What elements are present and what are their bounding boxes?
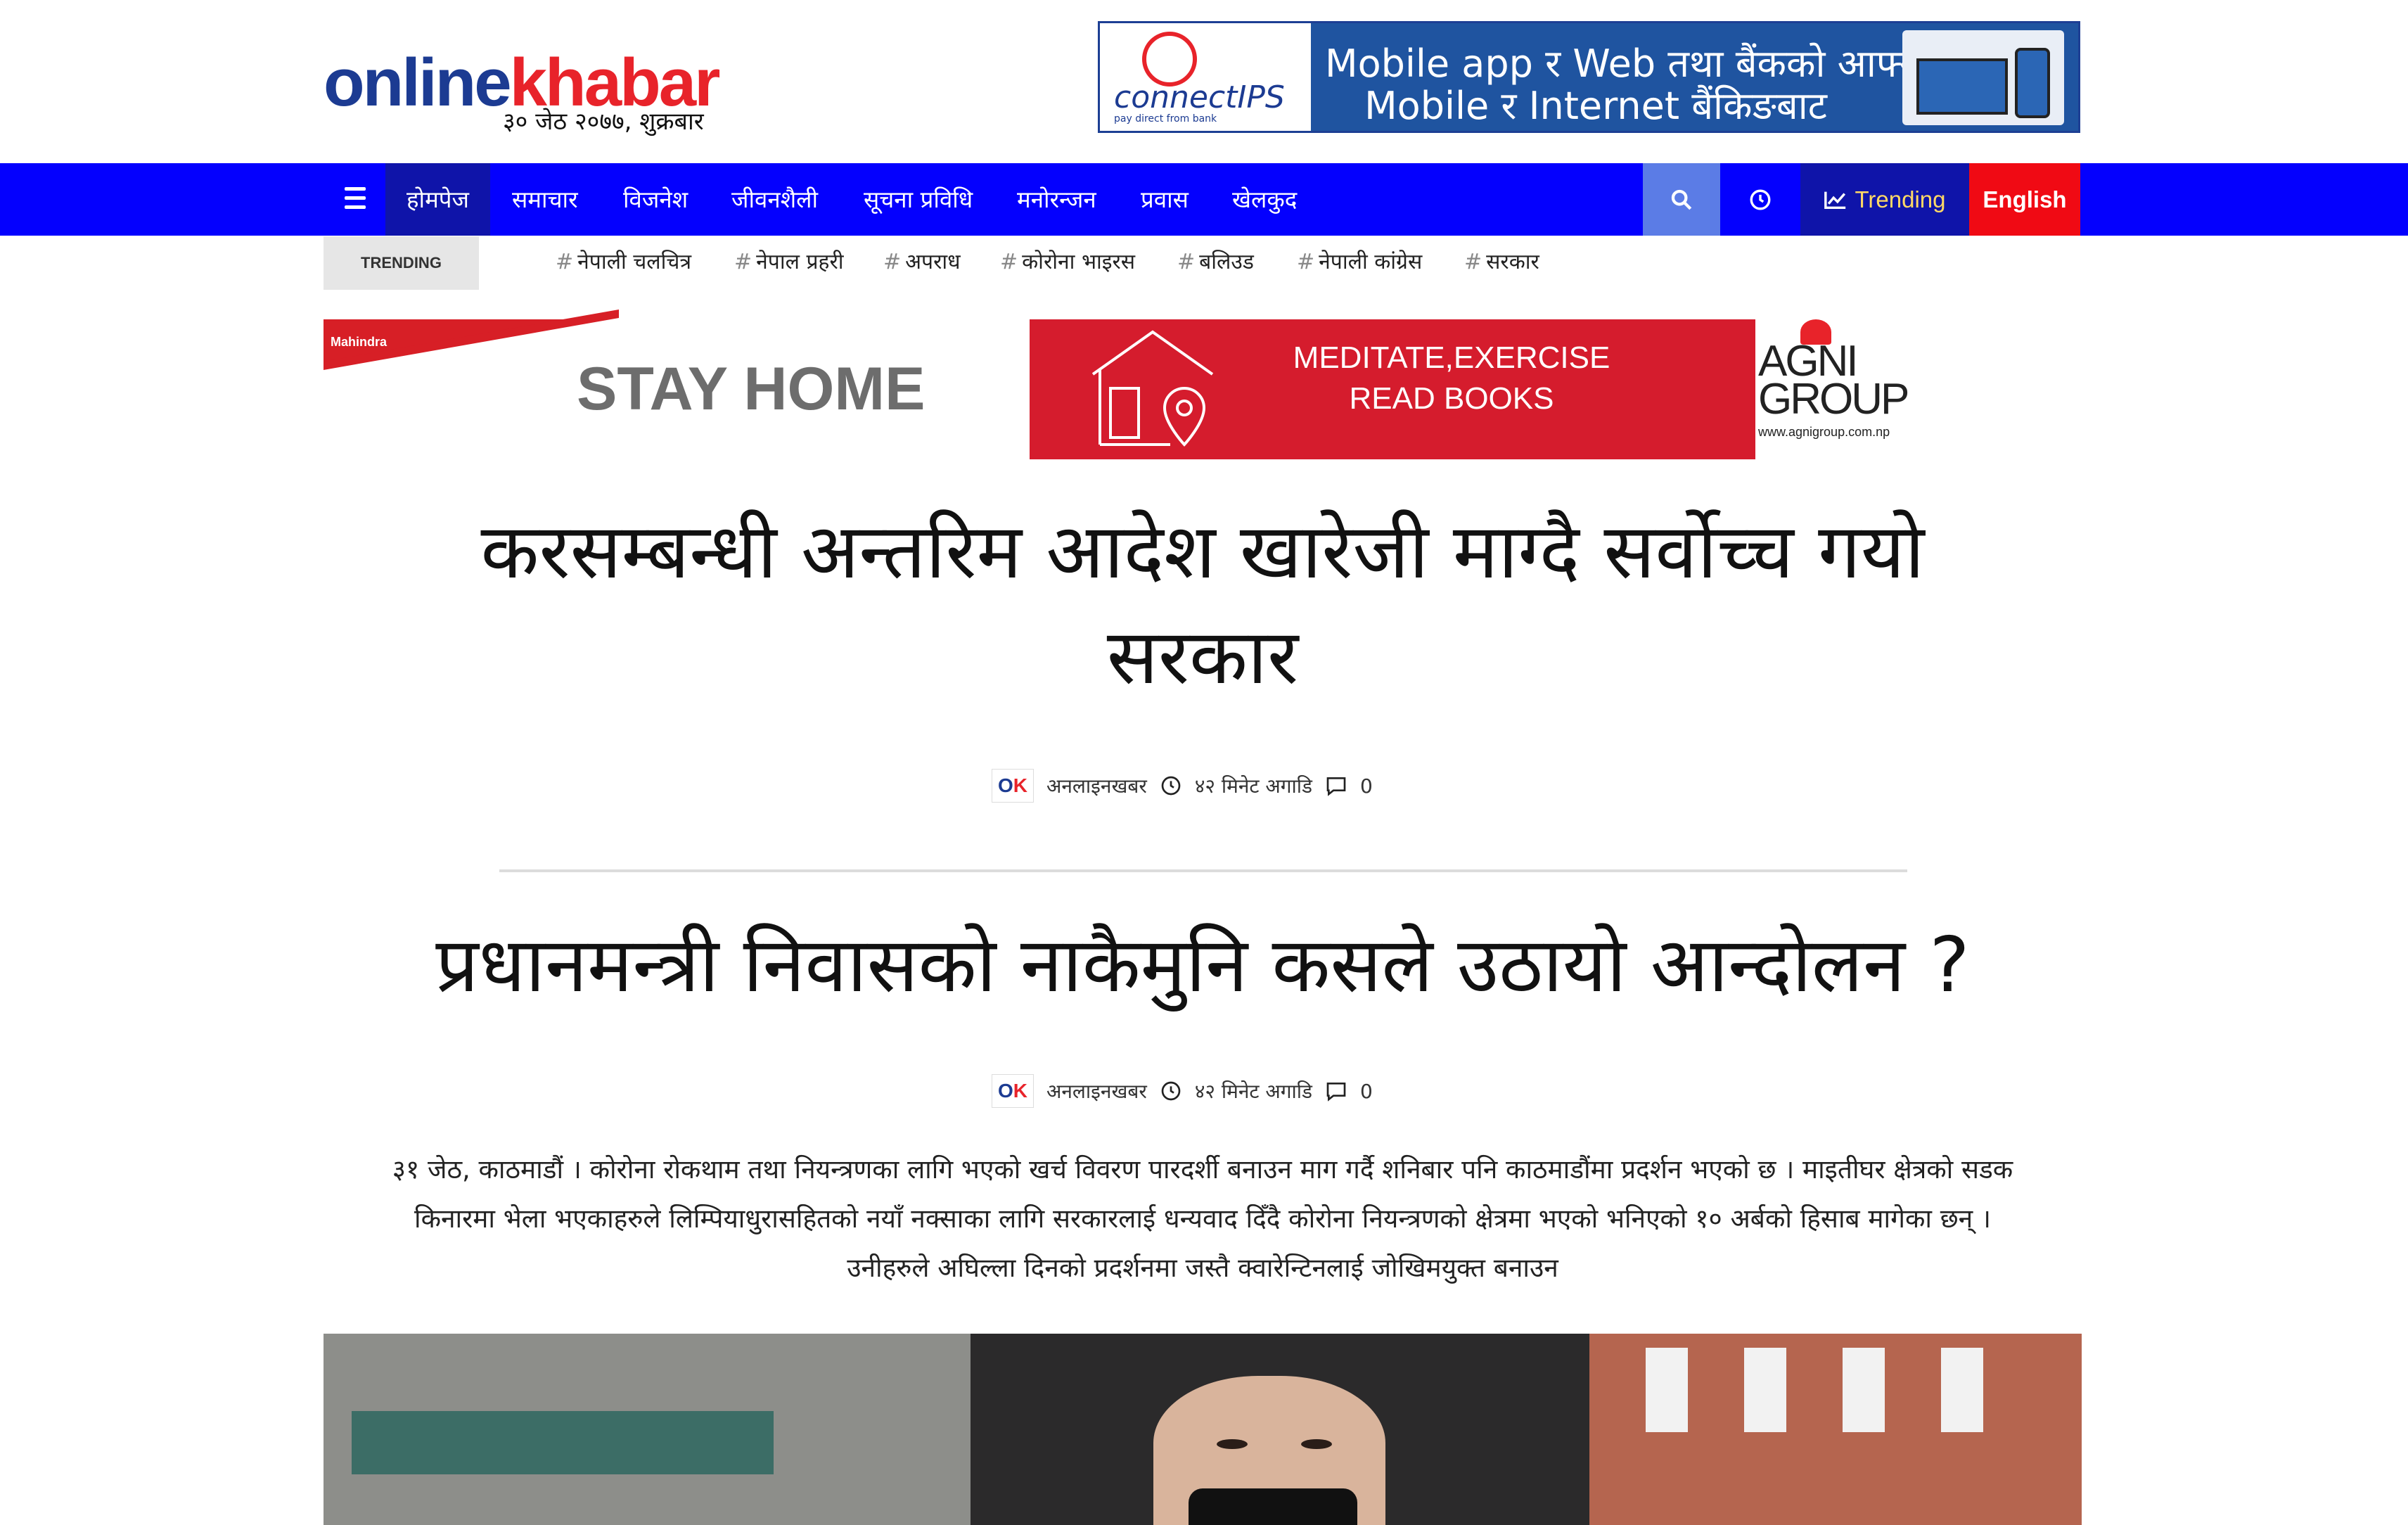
connectips-brand: connectIPS bbox=[1114, 79, 1285, 115]
devices-illustration bbox=[1902, 30, 2064, 125]
clock-icon bbox=[1161, 1081, 1181, 1101]
trending-tag[interactable]: # सरकार bbox=[1464, 246, 1539, 275]
author-avatar: OK bbox=[992, 1074, 1034, 1108]
english-edition-button[interactable]: English bbox=[1969, 163, 2080, 236]
publish-time: ४२ मिनेट अगाडि bbox=[1194, 1080, 1313, 1103]
meditate-line1: MEDITATE,EXERCISE bbox=[1293, 340, 1610, 375]
summary-line1: ३१ जेठ, काठमाडौं । कोरोना रोकथाम तथा निय… bbox=[392, 1154, 2013, 1185]
top-advertisement[interactable]: connectIPS pay direct from bank Mobile a… bbox=[1098, 21, 2080, 133]
search-icon bbox=[1671, 189, 1692, 210]
nav-item-news[interactable]: समाचार bbox=[512, 163, 578, 236]
article-meta: OK अनलाइनखबर ४२ मिनेट अगाडि 0 bbox=[992, 768, 1373, 803]
trending-tag[interactable]: # नेपाली चलचित्र bbox=[556, 246, 691, 275]
article-headline[interactable]: करसम्बन्धी अन्तरिम आदेश खारेजी माग्दै सर… bbox=[324, 499, 2082, 710]
connectips-tagline: pay direct from bank bbox=[1114, 113, 1217, 125]
trending-tag-label: बलिउड bbox=[1199, 250, 1254, 274]
article-meta: OK अनलाइनखबर ४२ मिनेट अगाडि 0 bbox=[992, 1073, 1373, 1109]
banner-advertisement[interactable]: Mahindra STAY HOME MEDITATE,EXERCISE REA… bbox=[324, 309, 1913, 460]
trending-tag[interactable]: # अपराध bbox=[883, 246, 961, 275]
laptop-icon bbox=[1916, 58, 2008, 115]
trending-chart-icon bbox=[1824, 191, 1846, 209]
article-divider bbox=[499, 869, 1907, 872]
trending-tag-label: नेपाली चलचित्र bbox=[577, 250, 692, 274]
hamburger-menu-icon[interactable] bbox=[345, 187, 366, 211]
summary-line3: उनीहरुले अघिल्ला दिनको प्रदर्शनमा जस्तै … bbox=[847, 1253, 1558, 1283]
photo-window bbox=[1843, 1348, 1885, 1432]
nav-item-sports[interactable]: खेलकुद bbox=[1232, 163, 1297, 236]
meditate-line2: READ BOOKS bbox=[1349, 381, 1554, 416]
photo-window bbox=[1744, 1348, 1786, 1432]
headline-line1: करसम्बन्धी अन्तरिम आदेश खारेजी माग्दै सर… bbox=[480, 508, 1925, 596]
trending-tag-label: अपराध bbox=[905, 250, 961, 274]
main-navigation: होमपेज समाचार विजनेश जीवनशैली सूचना प्रव… bbox=[0, 163, 2408, 236]
agni-logo-bottom: GROUP bbox=[1758, 375, 1909, 423]
connectips-logo-box: connectIPS pay direct from bank bbox=[1100, 23, 1311, 131]
comment-count[interactable]: 0 bbox=[1360, 774, 1373, 798]
nav-item-business[interactable]: विजनेश bbox=[623, 163, 688, 236]
article-headline[interactable]: प्रधानमन्त्री निवासको नाकैमुनि कसले उठाय… bbox=[324, 913, 2082, 1019]
summary-line2: किनारमा भेला भएकाहरुले लिम्पियाधुरासहितक… bbox=[414, 1204, 1991, 1234]
top-ad-line2: Mobile र Internet बैंकिङबाट bbox=[1364, 84, 1827, 128]
headline-line1: प्रधानमन्त्री निवासको नाकैमुनि कसले उठाय… bbox=[435, 921, 1970, 1009]
author-name[interactable]: अनलाइनखबर bbox=[1046, 1078, 1147, 1104]
connectips-icon bbox=[1142, 32, 1197, 87]
photo-eye bbox=[1217, 1439, 1248, 1449]
trending-tag[interactable]: # नेपाली कांग्रेस bbox=[1297, 246, 1422, 275]
author-name[interactable]: अनलाइनखबर bbox=[1046, 772, 1147, 799]
trending-tag-label: कोरोना भाइरस bbox=[1022, 250, 1136, 274]
search-button[interactable] bbox=[1643, 163, 1720, 236]
logo-online: online bbox=[324, 45, 512, 120]
photo-window bbox=[1646, 1348, 1688, 1432]
trending-button[interactable]: Trending bbox=[1800, 163, 1969, 236]
trending-tag-label: नेपाली कांग्रेस bbox=[1319, 250, 1423, 274]
trending-tag[interactable]: # बलिउड bbox=[1177, 246, 1254, 275]
mahindra-logo: Mahindra bbox=[331, 335, 388, 349]
publish-time: ४२ मिनेट अगाडि bbox=[1194, 774, 1313, 798]
meditate-panel: MEDITATE,EXERCISE READ BOOKS bbox=[1030, 319, 1755, 459]
author-avatar: OK bbox=[992, 769, 1034, 803]
comment-icon[interactable] bbox=[1325, 1080, 1347, 1102]
nav-item-lifestyle[interactable]: जीवनशैली bbox=[731, 163, 818, 236]
photo-green-tarp bbox=[352, 1411, 774, 1474]
headline-line2: सरकार bbox=[1106, 613, 1299, 701]
trending-label: Trending bbox=[1855, 186, 1946, 212]
trending-bar-label: TRENDING bbox=[324, 236, 479, 290]
agni-url: www.agnigroup.com.np bbox=[1758, 425, 1890, 439]
trending-tag[interactable]: # कोरोना भाइरस bbox=[1000, 246, 1135, 275]
stay-home-text: STAY HOME bbox=[577, 355, 926, 423]
comment-icon[interactable] bbox=[1325, 774, 1347, 797]
nav-item-entertainment[interactable]: मनोरन्जन bbox=[1017, 163, 1096, 236]
nav-item-homepage[interactable]: होमपेज bbox=[385, 163, 491, 236]
site-logo[interactable]: onlinekhabar ३० जेठ २०७७, शुक्रबार bbox=[324, 49, 720, 136]
house-location-icon bbox=[1091, 330, 1214, 447]
photo-face-mask bbox=[1189, 1488, 1357, 1525]
header-date: ३० जेठ २०७७, शुक्रबार bbox=[503, 108, 704, 136]
trending-tag-label: सरकार bbox=[1486, 250, 1539, 274]
article-summary: ३१ जेठ, काठमाडौं । कोरोना रोकथाम तथा निय… bbox=[324, 1145, 2082, 1293]
nav-item-diaspora[interactable]: प्रवास bbox=[1141, 163, 1189, 236]
nav-item-technology[interactable]: सूचना प्रविधि bbox=[864, 163, 973, 236]
comment-count[interactable]: 0 bbox=[1360, 1080, 1373, 1103]
recent-button[interactable] bbox=[1722, 163, 1799, 236]
phone-icon bbox=[2015, 48, 2050, 118]
trending-tag[interactable]: # नेपाल प्रहरी bbox=[734, 246, 844, 275]
clock-icon bbox=[1161, 776, 1181, 796]
article-photo[interactable] bbox=[324, 1334, 2082, 1525]
clock-icon bbox=[1750, 189, 1771, 210]
photo-window bbox=[1941, 1348, 1983, 1432]
trending-tag-label: नेपाल प्रहरी bbox=[756, 250, 844, 274]
photo-eye bbox=[1301, 1439, 1332, 1449]
